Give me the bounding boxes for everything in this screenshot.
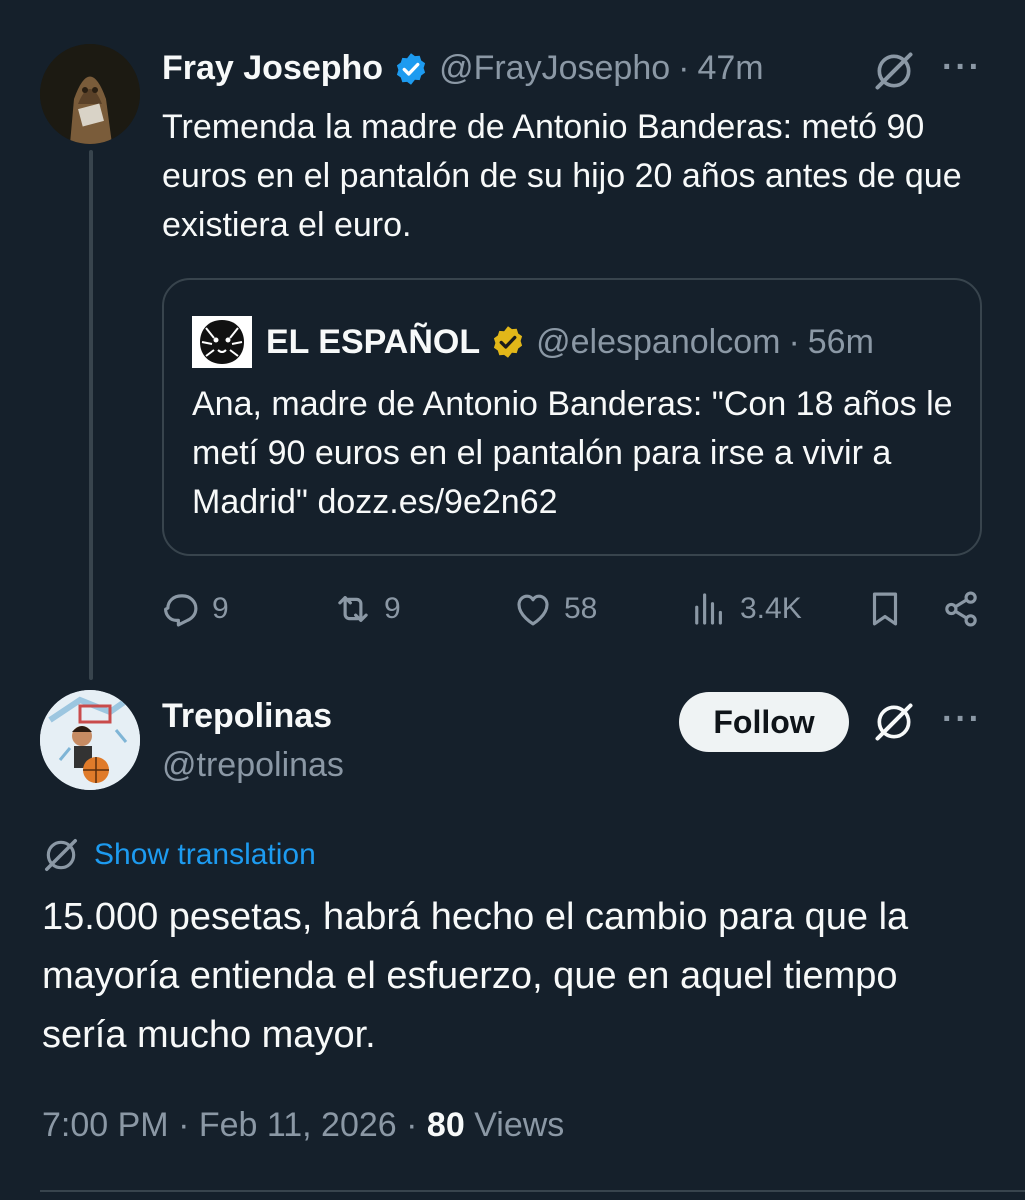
tweet-header: Fray Josepho @FrayJosepho · 47m (162, 49, 764, 88)
tweet-time[interactable]: 47m (697, 49, 763, 88)
grok-translate-icon (45, 839, 77, 871)
quote-tweet-header: EL ESPAÑOL @elespanolcom · 56m (192, 316, 874, 368)
reply-timestamp[interactable]: 7:00 PM · Feb 11, 2026 · (42, 1106, 417, 1144)
reply-author-name[interactable]: Trepolinas (162, 697, 332, 736)
quote-separator-dot: · (788, 322, 800, 361)
divider (40, 1190, 1025, 1192)
avatar-image (40, 690, 140, 790)
follow-button[interactable]: Follow (679, 692, 849, 752)
like-button[interactable]: 58 (512, 588, 597, 630)
quote-author-handle[interactable]: @elespanolcom (536, 323, 780, 362)
tweet-action-bar: 9 9 58 3.4K (160, 588, 990, 638)
reply-views-count: 80 (426, 1106, 465, 1144)
repost-icon (338, 596, 368, 622)
repost-button[interactable]: 9 (332, 588, 401, 630)
reply-icon (164, 594, 198, 627)
show-translation-label[interactable]: Show translation (94, 838, 316, 872)
heart-icon (517, 594, 549, 626)
verified-gold-badge-icon (494, 326, 523, 358)
reply-count: 9 (212, 592, 229, 625)
thread-connector-line (89, 150, 93, 680)
quote-time[interactable]: 56m (808, 323, 874, 362)
share-button[interactable] (940, 588, 982, 630)
reply-button[interactable]: 9 (160, 588, 229, 630)
like-count: 58 (564, 592, 598, 625)
bookmark-button[interactable] (864, 588, 906, 630)
share-icon (945, 591, 977, 627)
grok-icon[interactable] (872, 49, 916, 98)
repost-count: 9 (384, 592, 401, 625)
verified-badge-icon (396, 52, 426, 85)
bookmark-icon (872, 592, 898, 626)
show-translation-link[interactable]: Show translation (42, 836, 316, 874)
views-button[interactable]: 3.4K (688, 588, 802, 630)
trepolinas-avatar[interactable] (40, 690, 140, 790)
quote-author-name[interactable]: EL ESPAÑOL (266, 323, 480, 362)
separator-dot: · (678, 49, 690, 87)
author-name[interactable]: Fray Josepho (162, 49, 383, 88)
author-handle[interactable]: @FrayJosepho (439, 49, 670, 88)
reply-text: 15.000 pesetas, habrá hecho el cambio pa… (42, 896, 909, 1056)
avatar-image (40, 44, 140, 144)
quote-tweet-text: Ana, madre de Antonio Banderas: "Con 18 … (192, 385, 953, 521)
fray-josepho-avatar[interactable] (40, 44, 140, 144)
reply-meta: 7:00 PM · Feb 11, 2026 · 80 Views (42, 1106, 564, 1145)
tweet-text: Tremenda la madre de Antonio Banderas: m… (162, 108, 962, 244)
reply-author-handle[interactable]: @trepolinas (162, 746, 344, 785)
grok-icon[interactable] (872, 700, 916, 749)
more-options-icon[interactable]: ··· (942, 48, 982, 87)
el-espanol-logo-icon (192, 316, 252, 368)
more-options-icon[interactable]: ··· (942, 700, 982, 739)
analytics-icon (695, 593, 722, 625)
reply-views-label: Views (474, 1106, 565, 1144)
views-count: 3.4K (740, 592, 802, 625)
